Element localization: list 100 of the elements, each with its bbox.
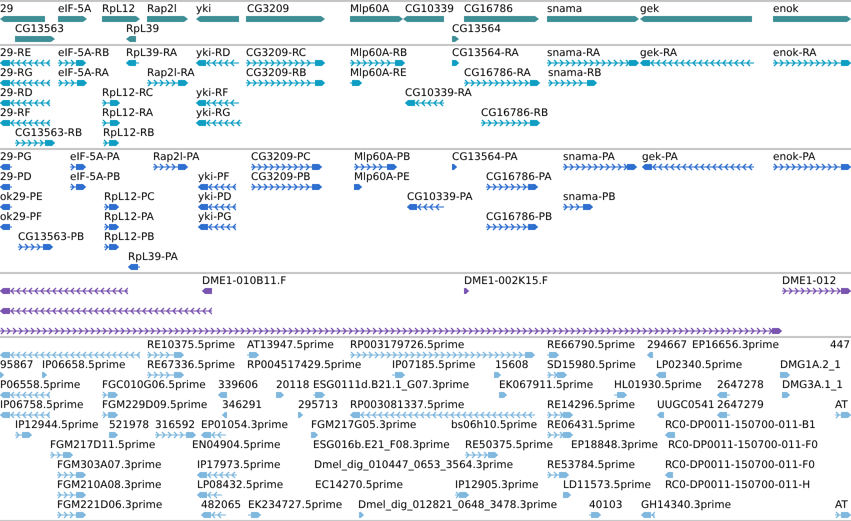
feature-label: RpL39-RA (126, 48, 178, 59)
feature-label: CG10339-PA (407, 192, 473, 203)
feature-label: EP16656.3prime (692, 340, 779, 351)
feature-label: 2647279 (717, 400, 764, 411)
feature-label: RC0-DP0011-150700-011-F0 (665, 460, 815, 471)
feature-label: FGM210A08.3prime (57, 480, 162, 491)
feature-label: RC0-DP0011-150700-011-B1 (665, 420, 816, 431)
feature-label: Mlp60A-PE (354, 172, 410, 183)
feature-label: snama-RA (547, 48, 600, 59)
feature-label: ESG016b.E21_F08.3prime (313, 440, 450, 451)
feature-label: 2647278 (717, 380, 764, 391)
feature-label: snama (547, 4, 582, 15)
feature-label: Mlp60A (350, 4, 390, 15)
feature-label: ok29-PF (0, 212, 42, 223)
feature-label: CG13563 (15, 24, 64, 35)
feature-label: Mlp60A-PB (354, 152, 410, 163)
feature-label: DME1-002K15.F (464, 276, 548, 287)
feature-label: eIF-5A (58, 4, 92, 15)
feature-label: snama-PB (563, 192, 616, 203)
feature-label: FGM221D06.3prime (57, 500, 162, 511)
feature-label: RpL12-PB (104, 232, 154, 243)
feature-label: 521978 (109, 420, 150, 431)
feature-label: CG3209-PB (251, 172, 311, 183)
feature-label: HL01930.5prime (614, 380, 702, 391)
feature-label: RpL12-RA (102, 108, 154, 119)
feature-label: DMG3A.1_1 (782, 380, 843, 391)
feature-label: yki-PD (198, 192, 232, 203)
feature-label: Dmel_dig_010447_0653_3564.3prime (314, 460, 514, 471)
feature-label: RC0-DP0011-150700-011-H (665, 480, 810, 491)
feature-label: snama-RB (548, 68, 602, 79)
feature-label: RE06431.5prime (547, 420, 635, 431)
feature-label: gek (640, 4, 660, 15)
feature-label: CG13563-RB (15, 128, 82, 139)
feature-label: DMG1A.2_1 (780, 360, 841, 371)
feature-label: enok-RA (773, 48, 816, 59)
feature-label: RP003179726.5prime (350, 340, 464, 351)
feature-label: RpL12-PC (104, 192, 155, 203)
feature-label: yki-RD (196, 48, 230, 59)
feature-label: gek-RA (640, 48, 678, 59)
feature-label: AT (835, 500, 848, 511)
feature-label: CG3209-RC (246, 48, 306, 59)
feature-label: enok (773, 4, 799, 15)
feature-label: DME1-012 (782, 276, 836, 287)
feature-label: IP12944.5prime (15, 420, 98, 431)
feature-label: 316592 (155, 420, 196, 431)
feature-label: CG10339-RA (405, 88, 472, 99)
feature-label: 294667 (647, 340, 688, 351)
feature-label: eIF-5A-RB (58, 48, 110, 59)
feature-label: yki-RG (196, 108, 230, 119)
feature-label: CG3209-RB (246, 68, 306, 79)
feature-label: IP17973.5prime (197, 460, 280, 471)
feature-label: P06558.5prime (0, 380, 80, 391)
feature-label: enok-PA (773, 152, 816, 163)
feature-label: LD11573.5prime (563, 480, 651, 491)
feature-label: Rap2l (147, 4, 177, 15)
feature-label: ESG0111d.B21.1_G07.3prime (313, 380, 470, 391)
feature-label: LP02340.5prime (656, 360, 742, 371)
feature-label: CG13563-PB (18, 232, 84, 243)
feature-label: CG3209-PC (251, 152, 311, 163)
feature-label: 447 (830, 340, 850, 351)
feature-label: 95867 (0, 360, 34, 371)
feature-label: AT13947.5prime (247, 340, 334, 351)
feature-label: eIF-5A-PB (70, 172, 120, 183)
feature-label: CG16786-PB (486, 212, 552, 223)
feature-label: SD15980.5prime (547, 360, 636, 371)
feature-label: 295713 (298, 400, 338, 411)
feature-label: EC14270.5prime (315, 480, 403, 491)
feature-label: Rap2l-RA (147, 68, 195, 79)
feature-label: Mlp60A-RE (350, 68, 407, 79)
feature-label: Dmel_dig_012821_0648_3478.3prime (358, 500, 558, 511)
feature-label: LP08432.5prime (197, 480, 284, 491)
feature-label: CG3209 (247, 4, 290, 15)
feature-label: FGM229D09.5prime (102, 400, 208, 411)
feature-label: EK234727.5prime (248, 500, 342, 511)
feature-label: 29-PG (0, 152, 32, 163)
feature-label: snama-PA (563, 152, 615, 163)
feature-label: RpL12-PA (104, 212, 154, 223)
feature-label: RE67336.5prime (147, 360, 235, 371)
feature-label: 29-PD (0, 172, 32, 183)
feature-label: yki-RF (196, 88, 228, 99)
feature-label: CG13564-PA (452, 152, 518, 163)
feature-label: IP06658.5prime (42, 360, 126, 371)
feature-label: 29-RD (0, 88, 33, 99)
feature-label: bs06h10.5prime (451, 420, 538, 431)
feature-label: Rap2l-PA (153, 152, 200, 163)
feature-label: RpL12 (102, 4, 136, 15)
feature-label: RE14296.5prime (547, 400, 635, 411)
feature-label: RpL12-RC (102, 88, 154, 99)
feature-label: 29-RF (0, 108, 30, 119)
feature-label: EP18848.3prime (571, 440, 658, 451)
feature-label: CG13564-RA (452, 48, 519, 59)
feature-label: CG16786-RA (464, 68, 531, 79)
feature-label: EP01054.3prime (201, 420, 288, 431)
feature-label: 40103 (589, 500, 622, 511)
feature-label: 29 (0, 4, 14, 15)
feature-label: RE10375.5prime (147, 340, 235, 351)
feature-label: CG16786-PA (486, 172, 552, 183)
feature-label: 15608 (495, 360, 528, 371)
feature-label: CG10339 (405, 4, 454, 15)
feature-label: RC0-DP0011-150700-011-F0 (668, 440, 818, 451)
